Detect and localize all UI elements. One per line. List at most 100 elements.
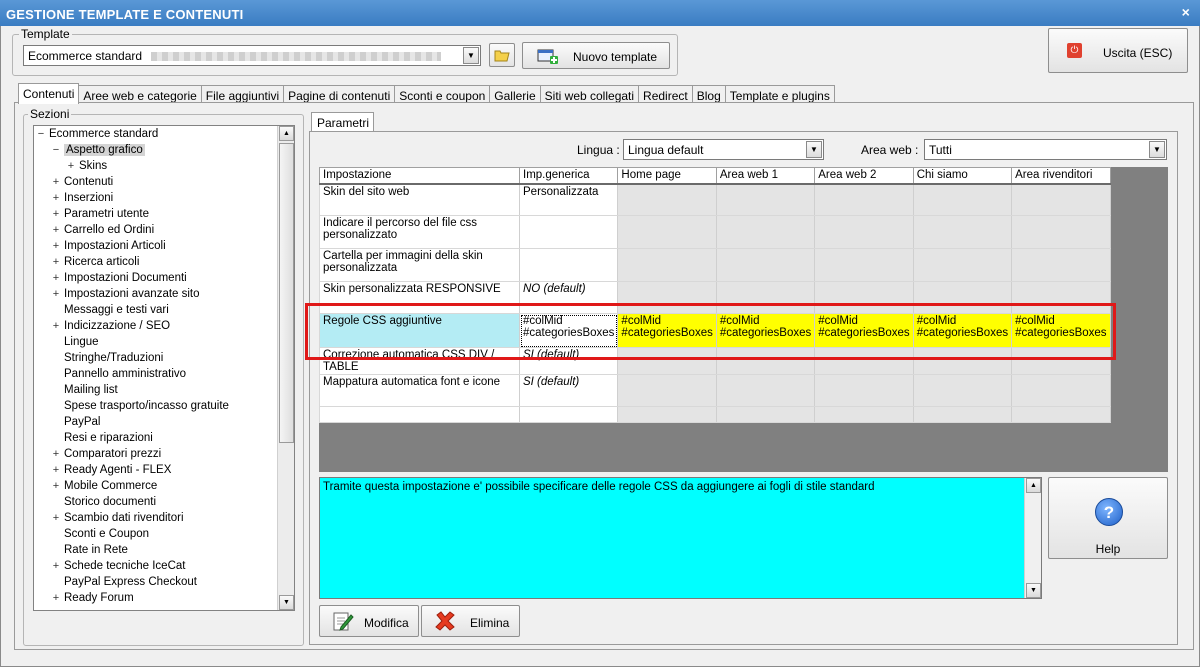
area-value-cell[interactable]	[912, 248, 1013, 282]
generic-value-cell[interactable]	[518, 215, 619, 249]
tree-item[interactable]: + Parametri utente	[51, 208, 149, 224]
tree-item[interactable]: + Schede tecniche IceCat	[51, 560, 186, 576]
settings-grid[interactable]: Impostazione Imp.generica Home page Area we…	[319, 167, 1111, 423]
column-header[interactable]: Chi siamo	[912, 167, 1013, 185]
column-header[interactable]: Imp.generica	[518, 167, 619, 185]
modifica-button[interactable]: Modifica	[319, 605, 419, 637]
area-value-cell[interactable]	[715, 183, 816, 216]
tab-contenuti[interactable]: Contenuti	[18, 83, 80, 104]
area-value-cell[interactable]	[617, 406, 717, 423]
table-row[interactable]: Cartella per immagini della skin persona…	[319, 248, 1111, 282]
expand-icon[interactable]: +	[51, 320, 61, 332]
column-header[interactable]: Area web 1	[715, 167, 816, 185]
expand-icon[interactable]: +	[51, 512, 61, 524]
generic-value-cell[interactable]	[518, 248, 619, 282]
setting-name-cell[interactable]: Cartella per immagini della skin persona…	[319, 248, 520, 282]
area-web-select[interactable]: Tutti ▼	[924, 139, 1167, 160]
chevron-down-icon[interactable]: ▼	[806, 141, 822, 158]
generic-value-cell[interactable]: SI (default)	[518, 374, 619, 407]
area-value-cell[interactable]	[912, 215, 1013, 249]
tree-item[interactable]: + Impostazioni Documenti	[51, 272, 187, 288]
close-icon[interactable]: ×	[1182, 4, 1190, 20]
setting-name-cell[interactable]: Skin del sito web	[319, 183, 520, 216]
tree-item[interactable]: + Skins	[66, 160, 107, 176]
area-value-cell[interactable]	[715, 248, 816, 282]
tree-item[interactable]: + Inserzioni	[51, 192, 113, 208]
tree-item[interactable]: PayPal Express Checkout	[51, 576, 197, 592]
lingua-select[interactable]: Lingua default ▼	[623, 139, 824, 160]
area-value-cell[interactable]	[1011, 374, 1111, 407]
tree-item[interactable]: Spese trasporto/incasso gratuite	[51, 400, 229, 416]
table-row[interactable]: Mappatura automatica font e icone SI (def…	[319, 374, 1111, 407]
expand-icon[interactable]: +	[51, 448, 61, 460]
tree-item[interactable]: Messaggi e testi vari	[51, 304, 169, 320]
description-scrollbar[interactable]: ▲ ▼	[1024, 478, 1041, 598]
tab-parametri[interactable]: Parametri	[311, 112, 374, 132]
generic-value-cell[interactable]	[518, 406, 619, 423]
expand-icon[interactable]: +	[51, 240, 61, 252]
expand-icon[interactable]: +	[51, 192, 61, 204]
scroll-up-icon[interactable]: ▲	[1026, 478, 1041, 493]
scroll-up-icon[interactable]: ▲	[279, 126, 294, 141]
area-value-cell[interactable]	[814, 374, 914, 407]
area-value-cell[interactable]	[715, 406, 816, 423]
area-value-cell[interactable]	[814, 215, 914, 249]
tree-item[interactable]: + Ready Forum	[51, 592, 134, 608]
column-header[interactable]: Area rivenditori	[1011, 167, 1111, 185]
area-value-cell[interactable]	[814, 248, 914, 282]
area-value-cell[interactable]	[617, 183, 717, 216]
setting-name-cell[interactable]	[319, 406, 520, 423]
template-select[interactable]: Ecommerce standard ▼	[23, 45, 481, 66]
tree-scrollbar[interactable]: ▲ ▼	[277, 126, 294, 610]
tree-item[interactable]: + Indicizzazione / SEO	[51, 320, 170, 336]
expand-icon[interactable]: +	[51, 208, 61, 220]
area-value-cell[interactable]	[912, 406, 1013, 423]
tree-scroll-thumb[interactable]	[279, 143, 294, 443]
chevron-down-icon[interactable]: ▼	[1149, 141, 1165, 158]
area-value-cell[interactable]	[814, 406, 914, 423]
area-value-cell[interactable]	[715, 215, 816, 249]
expand-icon[interactable]: +	[66, 160, 76, 172]
table-row[interactable]: Indicare il percorso del file css person…	[319, 215, 1111, 249]
tree-item[interactable]: Rate in Rete	[51, 544, 128, 560]
area-value-cell[interactable]	[1011, 248, 1111, 282]
area-value-cell[interactable]	[715, 374, 816, 407]
area-value-cell[interactable]	[1011, 215, 1111, 249]
tree-item[interactable]: − Ecommerce standard	[36, 128, 159, 144]
tree-item[interactable]: + Ready Agenti - FLEX	[51, 464, 172, 480]
area-value-cell[interactable]	[912, 183, 1013, 216]
tree-item[interactable]: − Aspetto grafico	[51, 144, 145, 160]
tree-item[interactable]: + Impostazioni avanzate sito	[51, 288, 200, 304]
setting-name-cell[interactable]: Indicare il percorso del file css person…	[319, 215, 520, 249]
sections-tree[interactable]: − Ecommerce standard − Aspetto grafico + Skin…	[33, 125, 295, 611]
expand-icon[interactable]: +	[51, 272, 61, 284]
collapse-icon[interactable]: −	[36, 128, 46, 140]
expand-icon[interactable]: +	[51, 480, 61, 492]
chevron-down-icon[interactable]: ▼	[463, 47, 479, 64]
tree-item[interactable]: + Contenuti	[51, 176, 113, 192]
area-value-cell[interactable]	[814, 183, 914, 216]
collapse-icon[interactable]: −	[51, 144, 61, 156]
tree-item[interactable]: Resi e riparazioni	[51, 432, 153, 448]
column-header[interactable]: Area web 2	[814, 167, 914, 185]
tree-item[interactable]: PayPal	[51, 416, 100, 432]
tree-item[interactable]: Stringhe/Traduzioni	[51, 352, 163, 368]
tree-item[interactable]: Lingue	[51, 336, 99, 352]
expand-icon[interactable]: +	[51, 560, 61, 572]
column-header[interactable]: Home page	[617, 167, 717, 185]
area-value-cell[interactable]	[617, 374, 717, 407]
tree-item[interactable]: + Impostazioni Articoli	[51, 240, 166, 256]
table-row[interactable]: Skin del sito web Personalizzata	[319, 183, 1111, 216]
expand-icon[interactable]: +	[51, 224, 61, 236]
scroll-down-icon[interactable]: ▼	[1026, 583, 1041, 598]
expand-icon[interactable]: +	[51, 592, 61, 604]
tree-item[interactable]: Pannello amministrativo	[51, 368, 186, 384]
description-box[interactable]: Tramite questa impostazione e' possibile…	[319, 477, 1042, 599]
tree-item[interactable]: + Carrello ed Ordini	[51, 224, 154, 240]
tree-item[interactable]: + Scambio dati rivenditori	[51, 512, 184, 528]
expand-icon[interactable]: +	[51, 288, 61, 300]
area-value-cell[interactable]	[1011, 183, 1111, 216]
column-header[interactable]: Impostazione	[319, 167, 520, 185]
area-value-cell[interactable]	[617, 215, 717, 249]
setting-name-cell[interactable]: Mappatura automatica font e icone	[319, 374, 520, 407]
